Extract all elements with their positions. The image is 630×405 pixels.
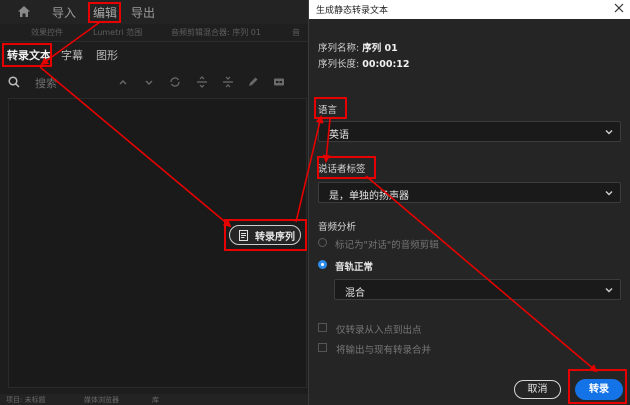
highlight-transcribe-button [568,369,627,404]
tab-audio-clip-mixer[interactable]: 音频剪辑混合器: 序列 01 [171,27,261,38]
highlight-language [314,97,347,119]
tab-libraries[interactable]: 库 [152,395,159,405]
radio-dialogue-clips-label: 标记为"对话"的音频剪辑 [335,240,439,251]
tab-lumetri-scopes[interactable]: Lumetri 范围 [93,27,142,38]
split-icon[interactable] [196,76,208,88]
sequence-name-row: 序列名称: 序列 01 [318,40,398,54]
sequence-name-label: 序列名称: [318,43,360,54]
highlight-transcribe-sequence [224,219,307,251]
radio-button[interactable] [318,238,327,247]
home-icon[interactable] [17,5,31,18]
chevron-down-icon [605,288,613,293]
speaker-labels-select[interactable]: 是，单独的扬声器 [318,182,621,203]
tab-project[interactable]: 项目: 未标题 [6,395,46,405]
checkbox[interactable] [318,343,327,352]
dialog-title-bar: 生成静态转录文本 [309,0,630,19]
tab-captions[interactable]: 字幕 [61,47,83,63]
tab-media-browser[interactable]: 媒体浏览器 [84,395,119,405]
highlight-edit-menu [88,2,121,23]
tab-effect-controls[interactable]: 效果控件 [31,27,63,38]
create-transcript-dialog: 生成静态转录文本 序列名称: 序列 01 序列长度: 00:00:12 语言 英… [308,0,630,405]
transcript-toolbar: 搜索 [0,70,310,94]
checkbox[interactable] [318,323,327,332]
radio-button-selected[interactable] [318,260,327,269]
chevron-up-icon[interactable] [117,76,129,88]
chevron-down-icon [605,130,613,135]
sequence-length-row: 序列长度: 00:00:12 [318,56,410,70]
sequence-length-value: 00:00:12 [362,59,410,70]
highlight-speaker-labels [317,156,376,179]
search-icon [8,76,20,88]
language-value: 英语 [329,130,349,141]
audio-analysis-label: 音频分析 [318,222,357,233]
dialog-title: 生成静态转录文本 [316,6,389,16]
menu-import[interactable]: 导入 [52,4,76,21]
pencil-icon[interactable] [247,76,259,88]
highlight-transcript-tab [2,43,52,67]
audio-track-value: 混合 [345,288,365,299]
sequence-length-label: 序列长度: [318,59,360,70]
tab-overflow[interactable]: 音 [292,27,300,38]
chevron-down-icon [605,191,613,196]
tab-graphics[interactable]: 图形 [96,47,118,63]
check-merge-output-label: 将输出与现有转录合并 [336,345,432,356]
search-input[interactable]: 搜索 [35,75,57,91]
merge-icon[interactable] [222,76,234,88]
chevron-down-icon[interactable] [143,76,155,88]
menu-export[interactable]: 导出 [131,4,155,21]
captions-icon[interactable] [273,76,285,88]
check-in-to-out-label: 仅转录从入点到出点 [336,325,422,336]
radio-audio-track-label: 音轨正常 [335,262,374,273]
cancel-button[interactable]: 取消 [514,380,561,399]
close-icon[interactable] [613,2,625,14]
language-select[interactable]: 英语 [318,121,621,142]
speaker-labels-value: 是，单独的扬声器 [329,191,409,202]
sequence-name-value: 序列 01 [362,43,398,54]
audio-track-select[interactable]: 混合 [334,279,621,300]
sync-icon[interactable] [169,76,181,88]
bottom-panel-tabs: 项目: 未标题 媒体浏览器 库 [0,394,310,405]
